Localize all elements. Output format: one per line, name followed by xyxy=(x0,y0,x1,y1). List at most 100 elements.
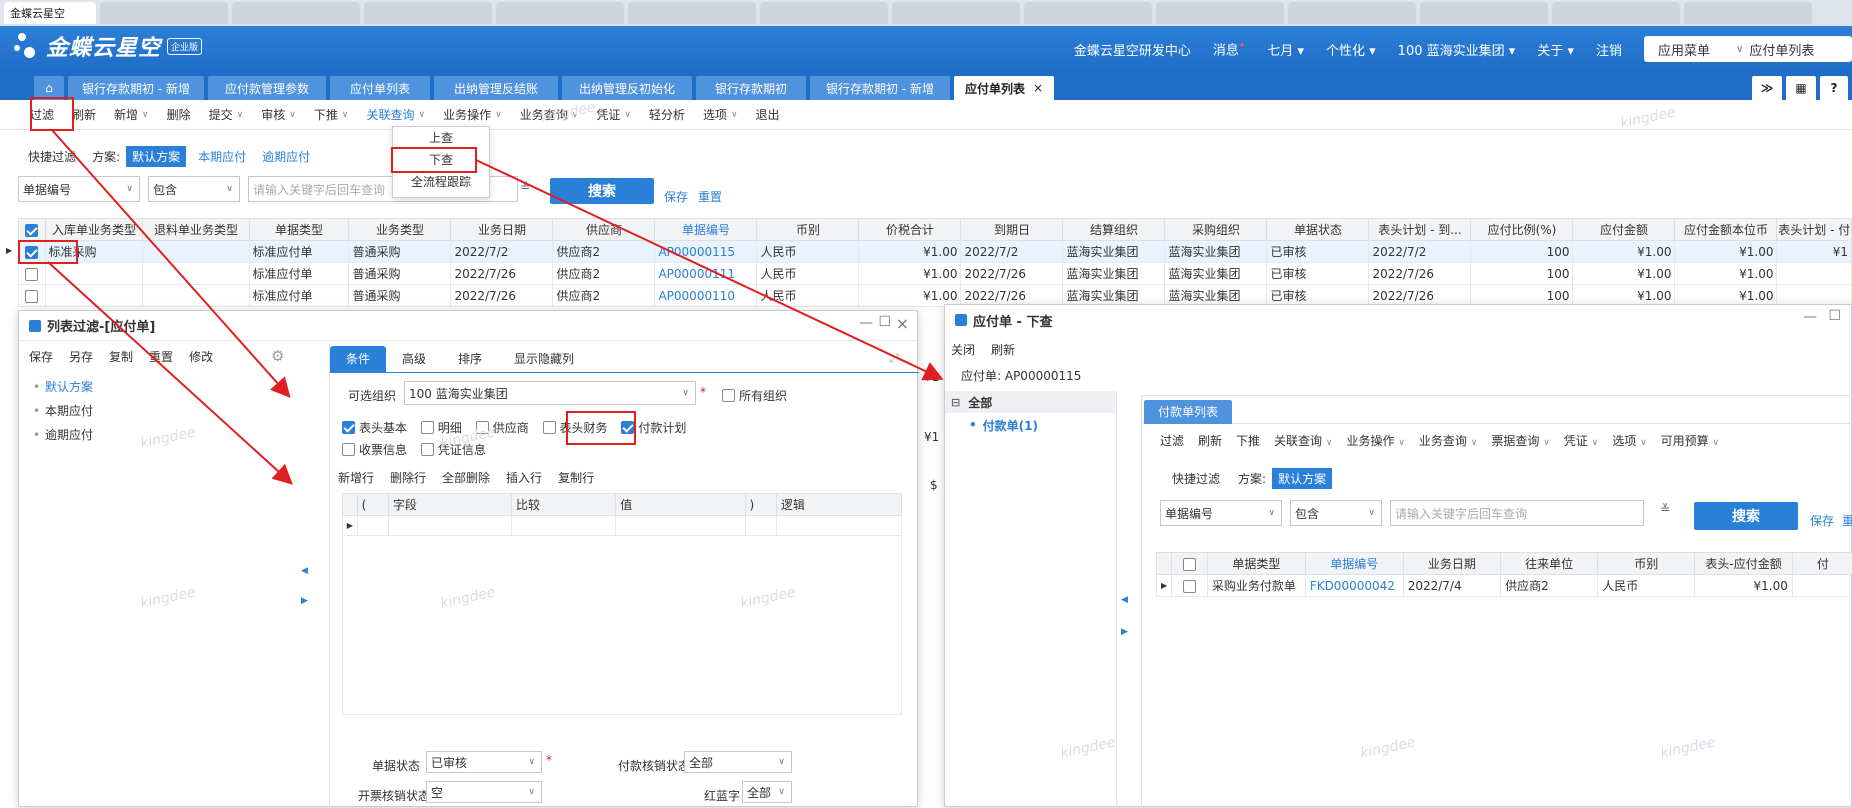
column-header[interactable]: 应付金额 xyxy=(1573,219,1675,241)
org-center-link[interactable]: 金蝶云星空研发中心 xyxy=(1074,40,1191,59)
field-select[interactable]: 单据编号∨ xyxy=(18,176,140,202)
column-header[interactable]: 应付金额本位币 xyxy=(1675,219,1777,241)
collapse-icon[interactable]: ≫ xyxy=(1752,76,1782,100)
tab-sort[interactable]: 排序 xyxy=(442,346,498,372)
refresh-button[interactable]: 刷新 xyxy=(1198,432,1222,449)
column-header[interactable]: 付 xyxy=(1792,553,1852,575)
new-button[interactable]: 新增∨ xyxy=(114,106,149,123)
app-menu-box[interactable]: 应用菜单 ∨ 应付单列表 xyxy=(1644,36,1852,62)
list-item[interactable]: 默认方案 xyxy=(25,375,311,399)
refresh-button[interactable]: 刷新 xyxy=(991,341,1015,358)
browser-tab[interactable] xyxy=(1420,2,1548,24)
assoc-query-button[interactable]: 关联查询 ∨ xyxy=(1274,432,1332,449)
kingdee-logo[interactable]: 金蝶云星空 企业版 xyxy=(14,30,202,62)
tab-columns[interactable]: 显示隐藏列 xyxy=(498,346,590,372)
search-button[interactable]: 搜索 xyxy=(1694,502,1798,530)
browser-tab[interactable] xyxy=(364,2,492,24)
gear-icon[interactable]: ⚙ xyxy=(271,347,284,365)
minimize-icon[interactable]: — xyxy=(1803,309,1817,325)
delete-row-button[interactable]: 删除行 xyxy=(390,469,426,486)
browser-tab[interactable] xyxy=(628,2,756,24)
column-header[interactable]: 供应商 xyxy=(553,219,655,241)
upstream-query-item[interactable]: 上查 xyxy=(393,127,489,149)
copy-scheme-button[interactable]: 复制 xyxy=(109,348,133,365)
grid-icon[interactable]: ▦ xyxy=(1786,76,1816,100)
column-header[interactable]: 到期日 xyxy=(961,219,1063,241)
about-menu[interactable]: 关于 ▾ xyxy=(1537,40,1574,59)
check-voucher-info[interactable]: 凭证信息 xyxy=(421,441,486,458)
scheme-overdue-link[interactable]: 逾期应付 xyxy=(262,148,310,165)
tree-root[interactable]: ⊟ 全部 xyxy=(945,391,1116,413)
invoice-verify-select[interactable]: 空∨ xyxy=(426,781,542,803)
column-header[interactable]: 退料单业务类型 xyxy=(143,219,249,241)
voucher-button[interactable]: 凭证 ∨ xyxy=(1564,432,1598,449)
help-icon[interactable]: ? xyxy=(1820,76,1848,100)
filter-button[interactable]: 过滤 xyxy=(1160,432,1184,449)
save-as-button[interactable]: 另存 xyxy=(69,348,93,365)
column-header[interactable]: 业务日期 xyxy=(1403,553,1500,575)
operator-select[interactable]: 包含∨ xyxy=(1290,500,1382,526)
options-button[interactable]: 选项 ∨ xyxy=(1612,432,1646,449)
maximize-icon[interactable]: ☐ xyxy=(1828,308,1841,324)
submit-button[interactable]: 提交∨ xyxy=(209,106,244,123)
save-link[interactable]: 保存 xyxy=(1810,512,1834,529)
column-header[interactable]: 采购组织 xyxy=(1165,219,1267,241)
browser-tab[interactable] xyxy=(760,2,888,24)
delete-button[interactable]: 删除 xyxy=(167,106,191,123)
light-analysis-button[interactable]: 轻分析 xyxy=(649,106,685,123)
delete-all-button[interactable]: 全部删除 xyxy=(442,469,490,486)
reset-scheme-button[interactable]: 重置 xyxy=(149,348,173,365)
browser-tab[interactable]: 金蝶云星空 xyxy=(4,2,96,24)
scheme-default-tag[interactable]: 默认方案 xyxy=(1272,468,1332,489)
column-header[interactable]: 单据状态 xyxy=(1267,219,1369,241)
column-header[interactable]: 价税合计 xyxy=(859,219,961,241)
collapse-left-icon[interactable]: ◀ xyxy=(1121,595,1128,605)
page-tab[interactable]: 银行存款期初 xyxy=(696,76,806,100)
column-header[interactable]: 表头计划 - 付 xyxy=(1777,219,1852,241)
full-trace-item[interactable]: 全流程跟踪 xyxy=(393,171,489,193)
doc-number-link[interactable]: AP00000110 xyxy=(655,285,757,307)
table-row[interactable]: 标准采购 标准应付单 普通采购 2022/7/2 供应商2 AP00000115… xyxy=(19,241,1852,263)
budget-button[interactable]: 可用预算 ∨ xyxy=(1661,432,1719,449)
row-checkbox[interactable] xyxy=(19,263,46,285)
expand-icon[interactable]: ⤢ xyxy=(889,351,899,366)
browser-tab[interactable] xyxy=(496,2,624,24)
reset-link[interactable]: 重置 xyxy=(698,188,722,205)
close-icon[interactable]: × xyxy=(1033,81,1043,95)
column-header[interactable]: 币别 xyxy=(1598,553,1695,575)
column-header[interactable]: 单据类型 xyxy=(249,219,349,241)
column-header[interactable]: 单据编号 xyxy=(1305,553,1403,575)
refresh-button[interactable]: 刷新 xyxy=(72,106,96,123)
page-tab[interactable]: 出纳管理反初始化 xyxy=(562,76,692,100)
tab-payment-list[interactable]: 付款单列表 xyxy=(1144,400,1232,424)
month-menu[interactable]: 七月 ▾ xyxy=(1267,40,1304,59)
check-detail[interactable]: 明细 xyxy=(421,419,462,436)
row-checkbox[interactable] xyxy=(1172,575,1208,597)
doc-number-link[interactable]: FKD00000042 xyxy=(1305,575,1403,597)
search-button[interactable]: 搜索 xyxy=(550,178,654,204)
minimize-icon[interactable]: — xyxy=(859,315,873,331)
doc-number-link[interactable]: AP00000115 xyxy=(655,241,757,263)
doc-number-link[interactable]: AP00000111 xyxy=(655,263,757,285)
expand-right-icon[interactable]: ▶ xyxy=(301,596,308,606)
personalize-menu[interactable]: 个性化 ▾ xyxy=(1326,40,1376,59)
select-all-checkbox[interactable] xyxy=(1172,553,1208,575)
browser-tab[interactable] xyxy=(1552,2,1680,24)
close-button[interactable]: 关闭 xyxy=(951,341,975,358)
column-header[interactable]: 入库单业务类型 xyxy=(45,219,143,241)
options-button[interactable]: 选项∨ xyxy=(703,106,738,123)
column-header[interactable]: 表头-应付金额 xyxy=(1695,553,1793,575)
tab-condition[interactable]: 条件 xyxy=(330,346,386,372)
browser-tab[interactable] xyxy=(1024,2,1152,24)
check-header-basic[interactable]: 表头基本 xyxy=(342,419,407,436)
doc-status-select[interactable]: 已审核∨ xyxy=(426,751,542,773)
table-row[interactable]: 标准应付单 普通采购 2022/7/26 供应商2 AP00000111 人民币… xyxy=(19,263,1852,285)
page-tab[interactable]: 出纳管理反结账 xyxy=(434,76,558,100)
logout-link[interactable]: 注销 xyxy=(1596,40,1622,59)
add-row-button[interactable]: 新增行 xyxy=(338,469,374,486)
select-all-checkbox[interactable] xyxy=(19,219,46,241)
browser-tab[interactable] xyxy=(1684,2,1812,24)
field-select[interactable]: 单据编号∨ xyxy=(1160,500,1282,526)
push-button[interactable]: 下推 xyxy=(1236,432,1260,449)
column-header[interactable]: 应付比例(%) xyxy=(1471,219,1573,241)
